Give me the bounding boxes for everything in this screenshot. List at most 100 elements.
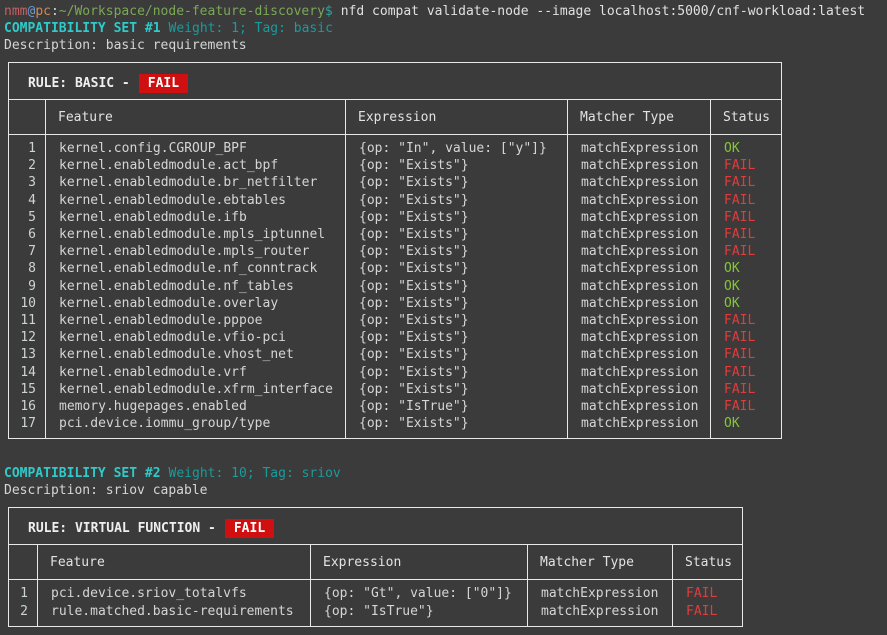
feature-cell: kernel.enabledmodule.xfrm_interface <box>46 381 346 398</box>
status-cell: FAIL <box>711 192 782 209</box>
matcher-type-cell: matchExpression <box>568 346 711 363</box>
status-cell: FAIL <box>673 580 743 603</box>
row-number: 6 <box>9 226 46 243</box>
row-number: 13 <box>9 346 46 363</box>
feature-cell: rule.matched.basic-requirements <box>38 603 311 627</box>
feature-cell: kernel.enabledmodule.overlay <box>46 295 346 312</box>
table-row: 2rule.matched.basic-requirements{op: "Is… <box>9 603 743 627</box>
matcher-type-cell: matchExpression <box>568 381 711 398</box>
col-header-expression: Expression <box>346 100 568 135</box>
rule-table-virtual-function-body: 1pci.device.sriov_totalvfs{op: "Gt", val… <box>9 580 743 626</box>
status-cell: FAIL <box>711 364 782 381</box>
matcher-type-cell: matchExpression <box>568 312 711 329</box>
table-row: 12kernel.enabledmodule.vfio-pci{op: "Exi… <box>9 329 782 346</box>
rule-table-basic-body: 1kernel.config.CGROUP_BPF{op: "In", valu… <box>9 135 782 439</box>
status-cell: FAIL <box>711 346 782 363</box>
col-header-feature: Feature <box>38 545 311 580</box>
expression-cell: {op: "In", value: ["y"]} <box>346 135 568 158</box>
feature-cell: kernel.enabledmodule.act_bpf <box>46 157 346 174</box>
status-cell: FAIL <box>711 243 782 260</box>
set1-weight-tag: Weight: 1; Tag: basic <box>169 21 333 36</box>
set1-description: Description: basic requirements <box>4 37 887 54</box>
column-header-row: Feature Expression Matcher Type Status <box>9 545 743 580</box>
row-number: 7 <box>9 243 46 260</box>
table-row: 14kernel.enabledmodule.vrf{op: "Exists"}… <box>9 364 782 381</box>
col-header-status: Status <box>711 100 782 135</box>
terminal-window[interactable]: nmm@pc:~/Workspace/node-feature-discover… <box>0 0 887 627</box>
expression-cell: {op: "Exists"} <box>346 192 568 209</box>
row-number: 2 <box>9 603 38 627</box>
prompt-path: ~/Workspace/node-feature-discovery <box>59 4 325 19</box>
rule2-title: RULE: VIRTUAL FUNCTION - <box>28 521 216 536</box>
feature-cell: kernel.enabledmodule.vfio-pci <box>46 329 346 346</box>
col-header-expression: Expression <box>311 545 528 580</box>
command-text: nfd compat validate-node --image localho… <box>333 4 865 19</box>
row-number: 1 <box>9 135 46 158</box>
feature-cell: kernel.enabledmodule.mpls_iptunnel <box>46 226 346 243</box>
rule-banner-cell: RULE: BASIC -FAIL <box>9 63 782 100</box>
status-cell: FAIL <box>711 381 782 398</box>
prompt-host: pc <box>35 4 51 19</box>
status-cell: FAIL <box>711 329 782 346</box>
row-number: 16 <box>9 398 46 415</box>
row-number: 12 <box>9 329 46 346</box>
expression-cell: {op: "Exists"} <box>346 278 568 295</box>
compat-set-2: COMPATIBILITY SET #2Weight: 10; Tag: sri… <box>4 465 887 626</box>
table-row: 13kernel.enabledmodule.vhost_net{op: "Ex… <box>9 346 782 363</box>
expression-cell: {op: "Gt", value: ["0"]} <box>311 580 528 603</box>
matcher-type-cell: matchExpression <box>568 209 711 226</box>
set2-title-line: COMPATIBILITY SET #2Weight: 10; Tag: sri… <box>4 465 887 482</box>
matcher-type-cell: matchExpression <box>568 192 711 209</box>
feature-cell: kernel.enabledmodule.ifb <box>46 209 346 226</box>
col-header-matcher-type: Matcher Type <box>568 100 711 135</box>
rule-banner-cell: RULE: VIRTUAL FUNCTION - FAIL <box>9 508 743 545</box>
matcher-type-cell: matchExpression <box>568 243 711 260</box>
table-row: 7kernel.enabledmodule.mpls_router{op: "E… <box>9 243 782 260</box>
expression-cell: {op: "Exists"} <box>346 174 568 191</box>
matcher-type-cell: matchExpression <box>568 135 711 158</box>
table-row: 17pci.device.iommu_group/type{op: "Exist… <box>9 415 782 439</box>
col-header-status: Status <box>673 545 743 580</box>
expression-cell: {op: "Exists"} <box>346 226 568 243</box>
feature-cell: kernel.enabledmodule.nf_tables <box>46 278 346 295</box>
feature-cell: pci.device.iommu_group/type <box>46 415 346 439</box>
expression-cell: {op: "IsTrue"} <box>346 398 568 415</box>
matcher-type-cell: matchExpression <box>568 226 711 243</box>
table-row: 5kernel.enabledmodule.ifb{op: "Exists"}m… <box>9 209 782 226</box>
expression-cell: {op: "Exists"} <box>346 329 568 346</box>
status-cell: OK <box>711 415 782 439</box>
row-number: 5 <box>9 209 46 226</box>
feature-cell: kernel.config.CGROUP_BPF <box>46 135 346 158</box>
matcher-type-cell: matchExpression <box>528 603 673 627</box>
expression-cell: {op: "Exists"} <box>346 381 568 398</box>
table-row: 16memory.hugepages.enabled{op: "IsTrue"}… <box>9 398 782 415</box>
prompt-dollar-sign: $ <box>325 4 333 19</box>
row-number: 15 <box>9 381 46 398</box>
table-row: 4kernel.enabledmodule.ebtables{op: "Exis… <box>9 192 782 209</box>
set1-title: COMPATIBILITY SET #1 <box>4 21 161 36</box>
matcher-type-cell: matchExpression <box>568 398 711 415</box>
expression-cell: {op: "Exists"} <box>346 260 568 277</box>
expression-cell: {op: "Exists"} <box>346 346 568 363</box>
feature-cell: kernel.enabledmodule.nf_conntrack <box>46 260 346 277</box>
row-number: 4 <box>9 192 46 209</box>
rule-banner-row: RULE: VIRTUAL FUNCTION - FAIL <box>9 508 743 545</box>
expression-cell: {op: "Exists"} <box>346 209 568 226</box>
table-row: 2kernel.enabledmodule.act_bpf{op: "Exist… <box>9 157 782 174</box>
table-row: 8kernel.enabledmodule.nf_conntrack{op: "… <box>9 260 782 277</box>
status-cell: FAIL <box>673 603 743 627</box>
matcher-type-cell: matchExpression <box>568 415 711 439</box>
rule1-title: RULE: BASIC - <box>28 76 130 91</box>
rule2-status-badge: FAIL <box>225 519 274 538</box>
matcher-type-cell: matchExpression <box>528 580 673 603</box>
status-cell: OK <box>711 135 782 158</box>
expression-cell: {op: "Exists"} <box>346 415 568 439</box>
row-number: 9 <box>9 278 46 295</box>
prompt-colon: : <box>51 4 59 19</box>
table-row: 1kernel.config.CGROUP_BPF{op: "In", valu… <box>9 135 782 158</box>
col-header-number <box>9 545 38 580</box>
col-header-matcher-type: Matcher Type <box>528 545 673 580</box>
matcher-type-cell: matchExpression <box>568 329 711 346</box>
set1-title-line: COMPATIBILITY SET #1 Weight: 1; Tag: basi… <box>4 20 887 37</box>
table-row: 3kernel.enabledmodule.br_netfilter{op: "… <box>9 174 782 191</box>
